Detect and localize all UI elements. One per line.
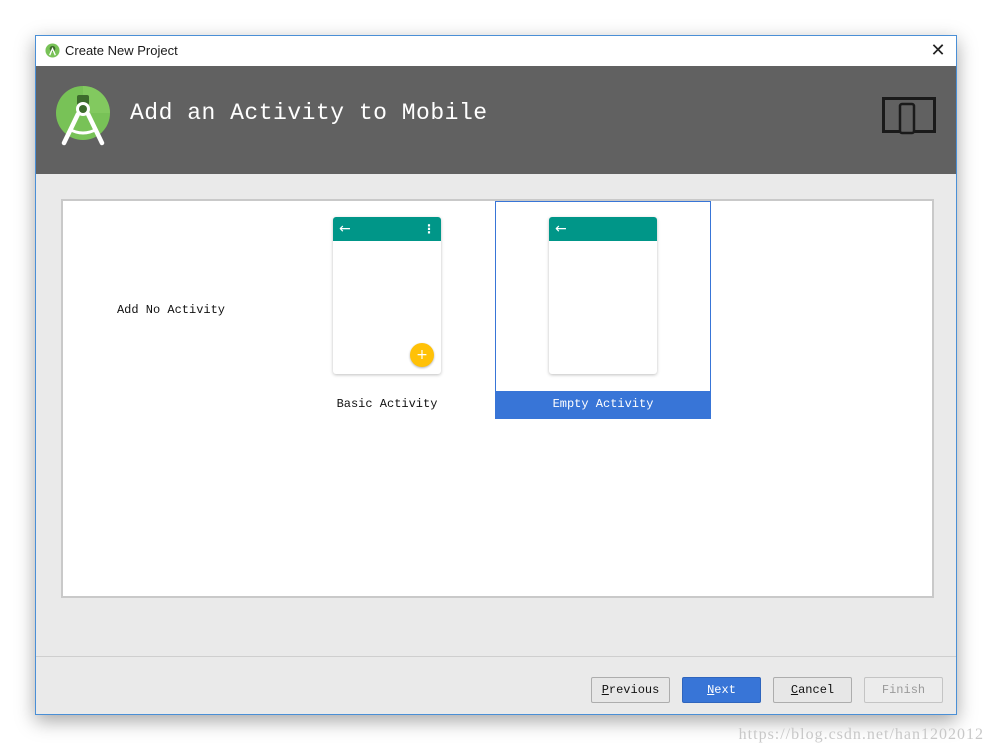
activity-option-no-activity[interactable]: Add No Activity xyxy=(63,201,279,419)
footer-divider xyxy=(36,656,956,657)
preview-toolbar: ← xyxy=(549,217,657,241)
activity-preview: ← ⋮ + xyxy=(333,217,441,374)
phone-tablet-icon xyxy=(882,97,936,135)
fab-plus-icon: + xyxy=(410,343,434,367)
close-icon[interactable]: ✕ xyxy=(926,39,950,63)
overflow-menu-icon: ⋮ xyxy=(423,222,435,236)
android-studio-logo-icon xyxy=(56,86,110,146)
activity-label: Basic Activity xyxy=(336,397,438,411)
back-arrow-icon: ← xyxy=(555,221,567,237)
android-studio-small-icon xyxy=(45,43,60,58)
finish-button: Finish xyxy=(864,677,943,703)
cancel-button[interactable]: Cancel xyxy=(773,677,852,703)
activity-preview: ← xyxy=(549,217,657,374)
preview-toolbar: ← ⋮ xyxy=(333,217,441,241)
watermark-text: https://blog.csdn.net/han1202012 xyxy=(738,726,984,743)
wizard-header: Add an Activity to Mobile xyxy=(36,66,956,174)
activity-label: Empty Activity xyxy=(496,391,710,418)
window-title: Create New Project xyxy=(65,43,178,58)
back-arrow-icon: ← xyxy=(339,221,351,237)
next-button[interactable]: Next xyxy=(682,677,761,703)
activity-option-empty[interactable]: ← Empty Activity xyxy=(495,201,711,419)
previous-button[interactable]: Previous xyxy=(591,677,670,703)
page-title: Add an Activity to Mobile xyxy=(130,100,488,126)
activity-option-basic[interactable]: ← ⋮ + Basic Activity xyxy=(279,201,495,419)
create-project-dialog: Create New Project ✕ Add an Activity to … xyxy=(35,35,957,715)
activity-label: Add No Activity xyxy=(116,303,226,317)
title-bar: Create New Project ✕ xyxy=(36,36,956,66)
activity-gallery: Add No Activity ← ⋮ + Basic Activity ← E… xyxy=(61,199,934,598)
